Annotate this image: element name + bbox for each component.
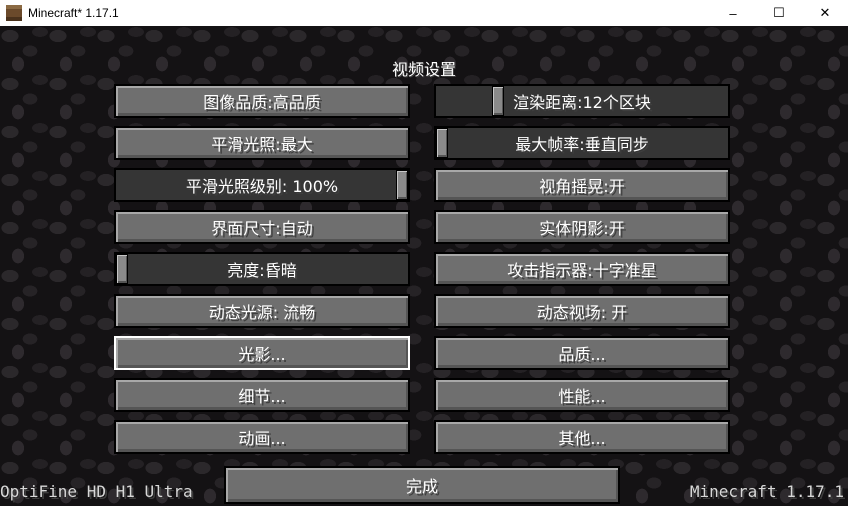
left_column-button-0[interactable]: 图像品质:高品质 xyxy=(114,84,410,118)
slider-handle[interactable] xyxy=(396,170,408,200)
slider-label: 亮度:昏暗 xyxy=(227,261,297,280)
left_column-button-6[interactable]: 光影... xyxy=(114,336,410,370)
done-button[interactable]: 完成 xyxy=(224,466,620,504)
right_column-button-8[interactable]: 其他... xyxy=(434,420,730,454)
left_column-button-1[interactable]: 平滑光照:最大 xyxy=(114,126,410,160)
slider-handle[interactable] xyxy=(436,128,448,158)
window-controls: – ☐ ✕ xyxy=(710,0,848,26)
minecraft-version-label: Minecraft 1.17.1 xyxy=(689,482,844,501)
slider-handle[interactable] xyxy=(116,254,128,284)
left_column-button-7[interactable]: 细节... xyxy=(114,378,410,412)
minecraft-app-icon xyxy=(6,5,22,21)
right_column-slider-0[interactable]: 渲染距离:12个区块 xyxy=(434,84,730,118)
slider-handle[interactable] xyxy=(492,86,504,116)
close-button[interactable]: ✕ xyxy=(802,0,848,26)
right_column-button-7[interactable]: 性能... xyxy=(434,378,730,412)
right_column-button-2[interactable]: 视角摇晃:开 xyxy=(434,168,730,202)
left_column-slider-4[interactable]: 亮度:昏暗 xyxy=(114,252,410,286)
right_column-button-3[interactable]: 实体阴影:开 xyxy=(434,210,730,244)
window-titlebar: Minecraft* 1.17.1 – ☐ ✕ xyxy=(0,0,848,26)
left_column-button-3[interactable]: 界面尺寸:自动 xyxy=(114,210,410,244)
slider-label: 平滑光照级别: 100% xyxy=(185,177,339,196)
right_column-slider-1[interactable]: 最大帧率:垂直同步 xyxy=(434,126,730,160)
left_column-slider-2[interactable]: 平滑光照级别: 100% xyxy=(114,168,410,202)
window-title: Minecraft* 1.17.1 xyxy=(28,6,119,20)
maximize-button[interactable]: ☐ xyxy=(756,0,802,26)
right_column-button-4[interactable]: 攻击指示器:十字准星 xyxy=(434,252,730,286)
right_column-button-5[interactable]: 动态视场: 开 xyxy=(434,294,730,328)
screen-title: 视频设置 xyxy=(391,60,456,79)
slider-label: 渲染距离:12个区块 xyxy=(513,93,651,112)
left_column-button-5[interactable]: 动态光源: 流畅 xyxy=(114,294,410,328)
minimize-button[interactable]: – xyxy=(710,0,756,26)
left_column-button-8[interactable]: 动画... xyxy=(114,420,410,454)
optifine-version-label: OptiFine HD H1 Ultra xyxy=(0,482,193,501)
slider-label: 最大帧率:垂直同步 xyxy=(515,135,649,154)
right_column-button-6[interactable]: 品质... xyxy=(434,336,730,370)
game-viewport: 视频设置 图像品质:高品质 平滑光照:最大平滑光照级别: 100% 界面尺寸:自动亮… xyxy=(0,26,848,506)
